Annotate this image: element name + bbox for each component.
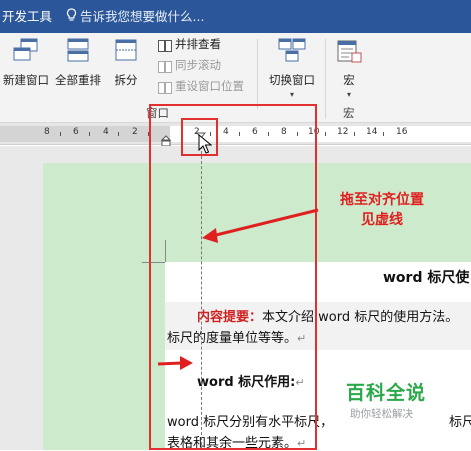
watermark-subtitle: 助你轻松解决 [350,408,413,420]
watermark-logo: 百科全说 助你轻松解决 [340,376,470,426]
watermark-title: 百科全说 [346,382,427,404]
arrow-to-guide [202,208,319,243]
arrow-to-text [157,356,193,370]
